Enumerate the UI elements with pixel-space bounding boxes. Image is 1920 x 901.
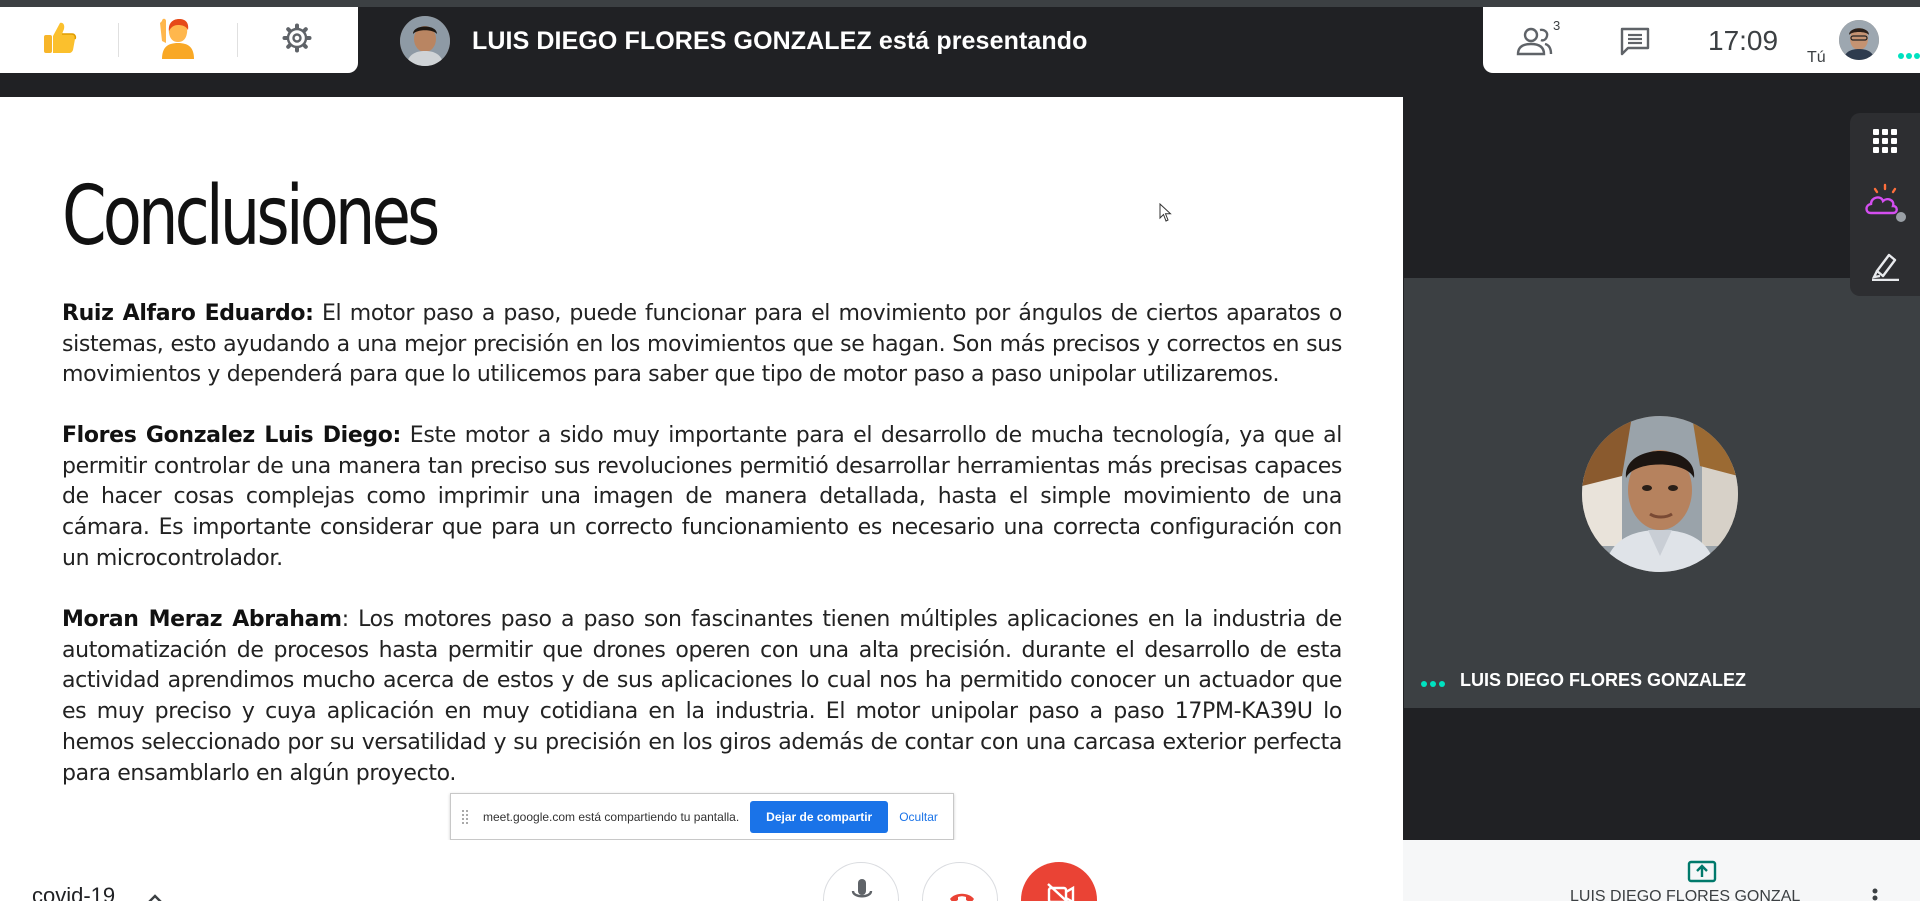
speaking-indicator-icon xyxy=(1897,47,1920,59)
chat-button[interactable] xyxy=(1618,26,1652,56)
raise-hand-icon xyxy=(156,17,200,64)
self-label: Tú xyxy=(1807,49,1826,66)
annotate-button[interactable] xyxy=(1865,247,1905,287)
microphone-button[interactable] xyxy=(823,862,899,901)
participant-name: LUIS DIEGO FLORES GONZALEZ xyxy=(1460,670,1747,690)
raise-hand-button[interactable] xyxy=(119,7,237,73)
gear-icon xyxy=(282,23,312,58)
presenter-avatar xyxy=(400,16,450,66)
participants-count: 3 xyxy=(1553,18,1561,33)
slide-title: Conclusiones xyxy=(62,169,440,264)
meeting-clock: 17:09 xyxy=(1708,25,1779,56)
meeting-info-card: 3 17:09 Tú xyxy=(1483,7,1920,73)
participant-tile[interactable]: LUIS DIEGO FLORES GONZALEZ xyxy=(1404,278,1920,708)
meeting-details-button[interactable]: covid-19 xyxy=(32,883,115,901)
presenting-participant-label: LUIS DIEGO FLORES GONZAL xyxy=(1570,888,1801,901)
shared-screen-slide: Conclusiones Ruiz Alfaro Eduardo: El mot… xyxy=(0,97,1403,840)
leave-call-button[interactable] xyxy=(922,862,998,901)
participant-avatar xyxy=(1582,416,1738,572)
conclusion-paragraph: Moran Meraz Abraham: Los motores paso a … xyxy=(62,605,1342,789)
drag-handle-icon[interactable] xyxy=(462,809,468,824)
thumbs-up-button[interactable] xyxy=(0,7,118,73)
author-name: Flores Gonzalez Luis Diego: xyxy=(62,423,401,448)
share-notice-text: meet.google.com está compartiendo tu pan… xyxy=(483,809,740,824)
apps-button[interactable] xyxy=(1865,123,1905,163)
present-screen-button[interactable] xyxy=(1687,860,1717,884)
right-panel-background xyxy=(1403,97,1920,278)
apps-grid-icon xyxy=(1872,128,1898,159)
bottom-control-bar: covid-19 LUIS DIEGO FLORES GONZAL xyxy=(0,840,1920,901)
author-name: Moran Meraz Abraham xyxy=(62,607,342,632)
self-avatar[interactable] xyxy=(1839,20,1879,60)
cloud-sun-icon xyxy=(1863,183,1907,228)
more-options-icon[interactable] xyxy=(1872,888,1878,901)
conclusion-text: : Los motores paso a paso son fascinante… xyxy=(62,607,1342,786)
camera-button[interactable] xyxy=(1021,862,1097,901)
conclusion-paragraph: Ruiz Alfaro Eduardo: El motor paso a pas… xyxy=(62,299,1342,391)
stop-sharing-button[interactable]: Dejar de compartir xyxy=(750,800,889,833)
hide-notice-link[interactable]: Ocultar xyxy=(899,810,938,824)
people-icon xyxy=(1513,27,1563,62)
thumbs-up-icon xyxy=(40,19,78,62)
speaking-indicator-icon xyxy=(1420,675,1446,687)
side-tools-panel xyxy=(1850,113,1920,296)
weather-extension-button[interactable] xyxy=(1863,183,1907,228)
chevron-up-icon[interactable] xyxy=(148,890,162,901)
reactions-toolbar xyxy=(0,7,358,73)
participants-button[interactable]: 3 xyxy=(1513,18,1563,58)
author-name: Ruiz Alfaro Eduardo: xyxy=(62,301,314,326)
presenter-banner: LUIS DIEGO FLORES GONZALEZ está presenta… xyxy=(400,14,1087,68)
cursor-icon xyxy=(1159,202,1173,223)
present-to-all-icon xyxy=(1687,860,1717,888)
conclusion-paragraph: Flores Gonzalez Luis Diego: Este motor a… xyxy=(62,421,1342,575)
screen-share-notice: meet.google.com está compartiendo tu pan… xyxy=(450,793,954,840)
presenter-banner-text: LUIS DIEGO FLORES GONZALEZ está presenta… xyxy=(472,26,1088,55)
chat-icon xyxy=(1618,27,1652,60)
settings-button[interactable] xyxy=(238,7,356,73)
window-top-strip xyxy=(0,0,1920,7)
highlighter-icon xyxy=(1869,249,1901,286)
